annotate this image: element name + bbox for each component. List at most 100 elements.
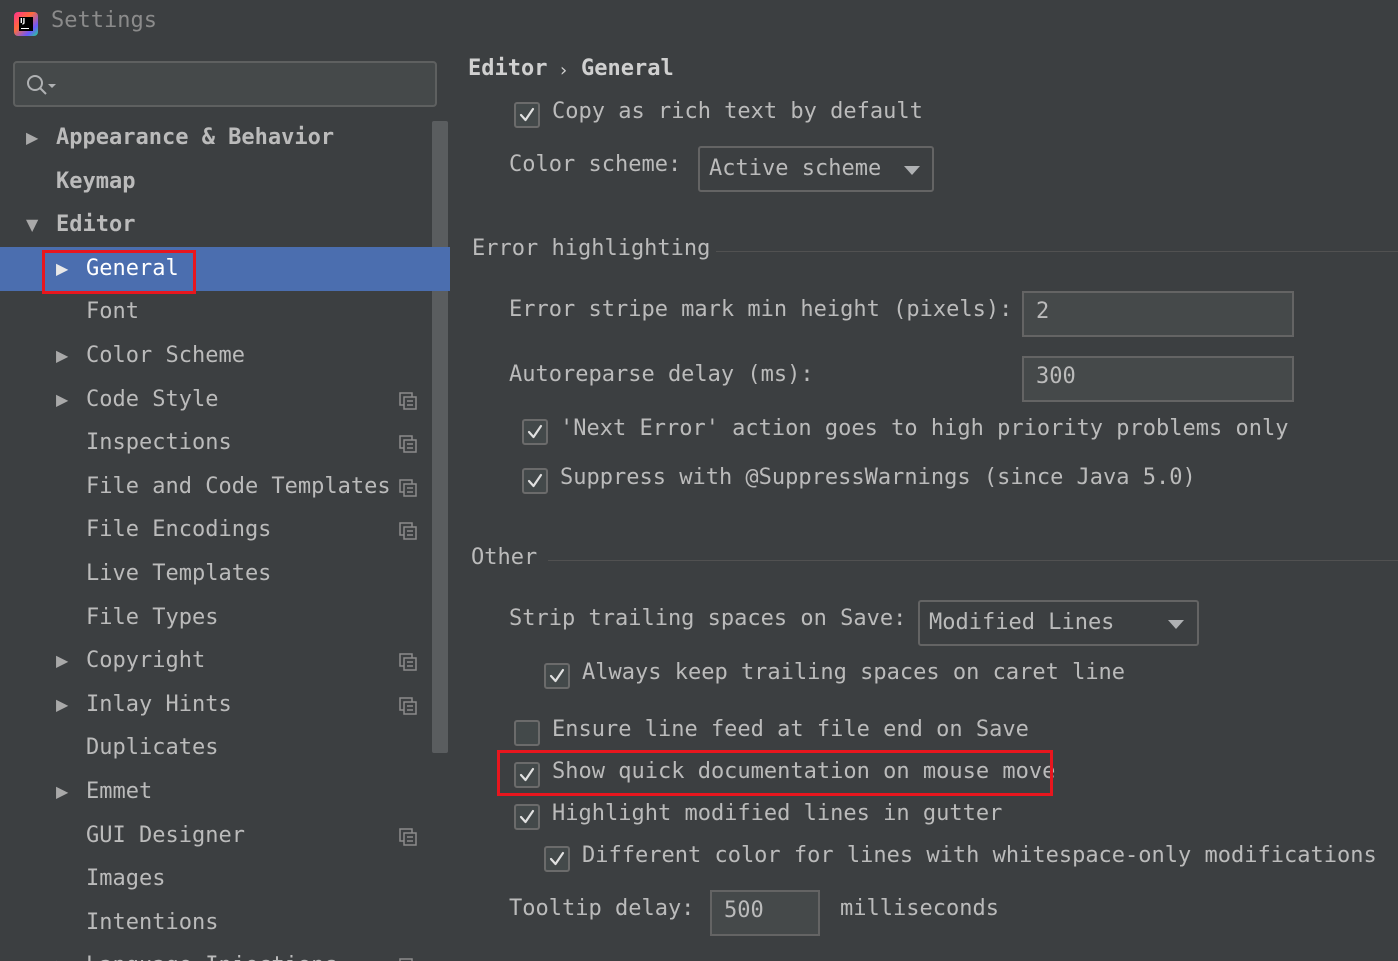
- sidebar-item-keymap[interactable]: Keymap: [0, 160, 450, 204]
- strip-trailing-label: Strip trailing spaces on Save:: [509, 606, 907, 631]
- sidebar-item-label: Color Scheme: [86, 343, 245, 368]
- error-stripe-value: 2: [1036, 299, 1050, 324]
- collapsed-arrow-icon[interactable]: ▶: [56, 944, 74, 961]
- search-input[interactable]: [13, 61, 437, 107]
- sidebar-item-label: File Encodings: [86, 517, 272, 543]
- sidebar-item-images[interactable]: Images: [0, 857, 450, 901]
- different-color-label: Different color for lines with whitespac…: [582, 843, 1377, 868]
- check-icon: [519, 107, 535, 122]
- breadcrumb-separator: ›: [558, 60, 569, 81]
- suppress-warnings-label: Suppress with @SuppressWarnings (since J…: [560, 465, 1196, 490]
- check-icon: [549, 668, 565, 683]
- project-scope-icon: [399, 827, 417, 846]
- collapsed-arrow-icon[interactable]: ▶: [56, 639, 74, 683]
- tooltip-delay-input[interactable]: 500: [710, 890, 820, 936]
- highlight-modified-checkbox[interactable]: [514, 804, 540, 830]
- divider: [548, 560, 1398, 561]
- sidebar-item-label: File and Code Templates: [86, 473, 391, 499]
- sidebar-item-file-and-code-templates[interactable]: File and Code Templates: [0, 465, 450, 509]
- expanded-arrow-icon[interactable]: ▼: [26, 203, 44, 247]
- logo-text: IJ: [20, 17, 26, 25]
- breadcrumb-current: General: [581, 56, 674, 81]
- project-scope-icon: [399, 522, 417, 541]
- keep-trailing-label: Always keep trailing spaces on caret lin…: [582, 660, 1126, 685]
- sidebar-item-file-types[interactable]: File Types: [0, 596, 450, 640]
- collapsed-arrow-icon[interactable]: ▶: [56, 334, 74, 378]
- sidebar-item-live-templates[interactable]: Live Templates: [0, 552, 450, 596]
- sidebar-item-label: Intentions: [86, 909, 219, 935]
- sidebar-item-gui-designer[interactable]: GUI Designer: [0, 814, 450, 858]
- sidebar-item-label: Language Injections: [86, 944, 338, 961]
- autoreparse-value: 300: [1036, 364, 1076, 389]
- breadcrumb-parent[interactable]: Editor: [468, 56, 547, 81]
- highlight-box-general: [42, 250, 196, 294]
- strip-trailing-dropdown[interactable]: Modified Lines: [918, 600, 1199, 646]
- window-title: Settings: [51, 8, 157, 33]
- check-icon: [527, 473, 543, 488]
- check-icon: [527, 424, 543, 439]
- ensure-line-feed-checkbox[interactable]: [514, 720, 540, 746]
- sidebar-item-inlay-hints[interactable]: ▶ Inlay Hints: [0, 683, 450, 727]
- sidebar-item-label: Copyright: [86, 648, 206, 674]
- error-stripe-input[interactable]: 2: [1022, 291, 1294, 337]
- title-bar: IJ Settings: [0, 0, 1398, 46]
- error-highlighting-heading: Error highlighting: [472, 236, 711, 261]
- sidebar-item-label: File Types: [86, 604, 219, 630]
- copy-rich-text-checkbox[interactable]: [514, 102, 540, 128]
- color-scheme-label: Color scheme:: [509, 152, 682, 177]
- sidebar-item-label: Duplicates: [86, 735, 219, 761]
- different-color-checkbox[interactable]: [544, 846, 570, 872]
- sidebar-item-appearance-behavior[interactable]: ▶ Appearance & Behavior: [0, 116, 450, 160]
- sidebar-item-language-injections[interactable]: ▶ Language Injections: [0, 944, 450, 961]
- project-scope-icon: [399, 653, 417, 671]
- collapsed-arrow-icon[interactable]: ▶: [26, 116, 44, 160]
- autoreparse-input[interactable]: 300: [1022, 356, 1294, 402]
- sidebar-item-intentions[interactable]: Intentions: [0, 901, 450, 945]
- check-icon: [549, 851, 565, 866]
- color-scheme-value: Active scheme: [709, 156, 882, 181]
- chevron-down-icon: [904, 166, 920, 175]
- sidebar-item-copyright[interactable]: ▶ Copyright: [0, 639, 450, 683]
- sidebar-item-label: Inspections: [86, 430, 232, 456]
- sidebar-item-label: Images: [86, 866, 166, 892]
- project-scope-icon: [399, 391, 417, 410]
- sidebar-item-emmet[interactable]: ▶ Emmet: [0, 770, 450, 814]
- sidebar-item-label: Emmet: [86, 779, 153, 804]
- sidebar-item-label: Appearance & Behavior: [56, 125, 335, 150]
- autoreparse-label: Autoreparse delay (ms):: [509, 362, 814, 387]
- search-icon: [27, 75, 56, 95]
- check-icon: [519, 809, 535, 824]
- sidebar-item-duplicates[interactable]: Duplicates: [0, 726, 450, 770]
- sidebar-item-label: Editor: [56, 212, 136, 238]
- sidebar-item-inspections[interactable]: Inspections: [0, 421, 450, 465]
- sidebar-item-color-scheme[interactable]: ▶ Color Scheme: [0, 334, 450, 378]
- tooltip-delay-unit: milliseconds: [840, 896, 999, 921]
- copy-rich-text-label: Copy as rich text by default: [552, 99, 923, 124]
- sidebar-item-label: Keymap: [56, 168, 136, 194]
- project-scope-icon: [399, 697, 417, 715]
- collapsed-arrow-icon[interactable]: ▶: [56, 683, 74, 727]
- divider: [716, 251, 1398, 252]
- ensure-line-feed-label: Ensure line feed at file end on Save: [552, 717, 1029, 742]
- project-scope-icon: [399, 435, 417, 453]
- tooltip-delay-label: Tooltip delay:: [509, 896, 695, 921]
- sidebar-item-label: Inlay Hints: [86, 691, 232, 717]
- keep-trailing-checkbox[interactable]: [544, 663, 570, 689]
- other-heading: Other: [471, 545, 538, 570]
- sidebar-item-font[interactable]: Font: [0, 290, 450, 334]
- suppress-warnings-checkbox[interactable]: [522, 468, 548, 494]
- sidebar-item-editor[interactable]: ▼ Editor: [0, 203, 450, 247]
- error-stripe-label: Error stripe mark min height (pixels):: [509, 297, 1013, 322]
- strip-trailing-value: Modified Lines: [929, 610, 1115, 635]
- sidebar-item-file-encodings[interactable]: File Encodings: [0, 508, 450, 552]
- next-error-checkbox[interactable]: [522, 419, 548, 445]
- intellij-logo-icon: IJ: [14, 12, 38, 36]
- sidebar-item-label: Code Style: [86, 386, 219, 412]
- highlight-modified-label: Highlight modified lines in gutter: [552, 801, 1003, 826]
- project-scope-icon: [399, 479, 417, 497]
- collapsed-arrow-icon[interactable]: ▶: [56, 378, 74, 422]
- highlight-box-quick-doc: [497, 750, 1053, 796]
- collapsed-arrow-icon[interactable]: ▶: [56, 770, 74, 814]
- sidebar-item-code-style[interactable]: ▶ Code Style: [0, 378, 450, 422]
- color-scheme-dropdown[interactable]: Active scheme: [698, 146, 934, 192]
